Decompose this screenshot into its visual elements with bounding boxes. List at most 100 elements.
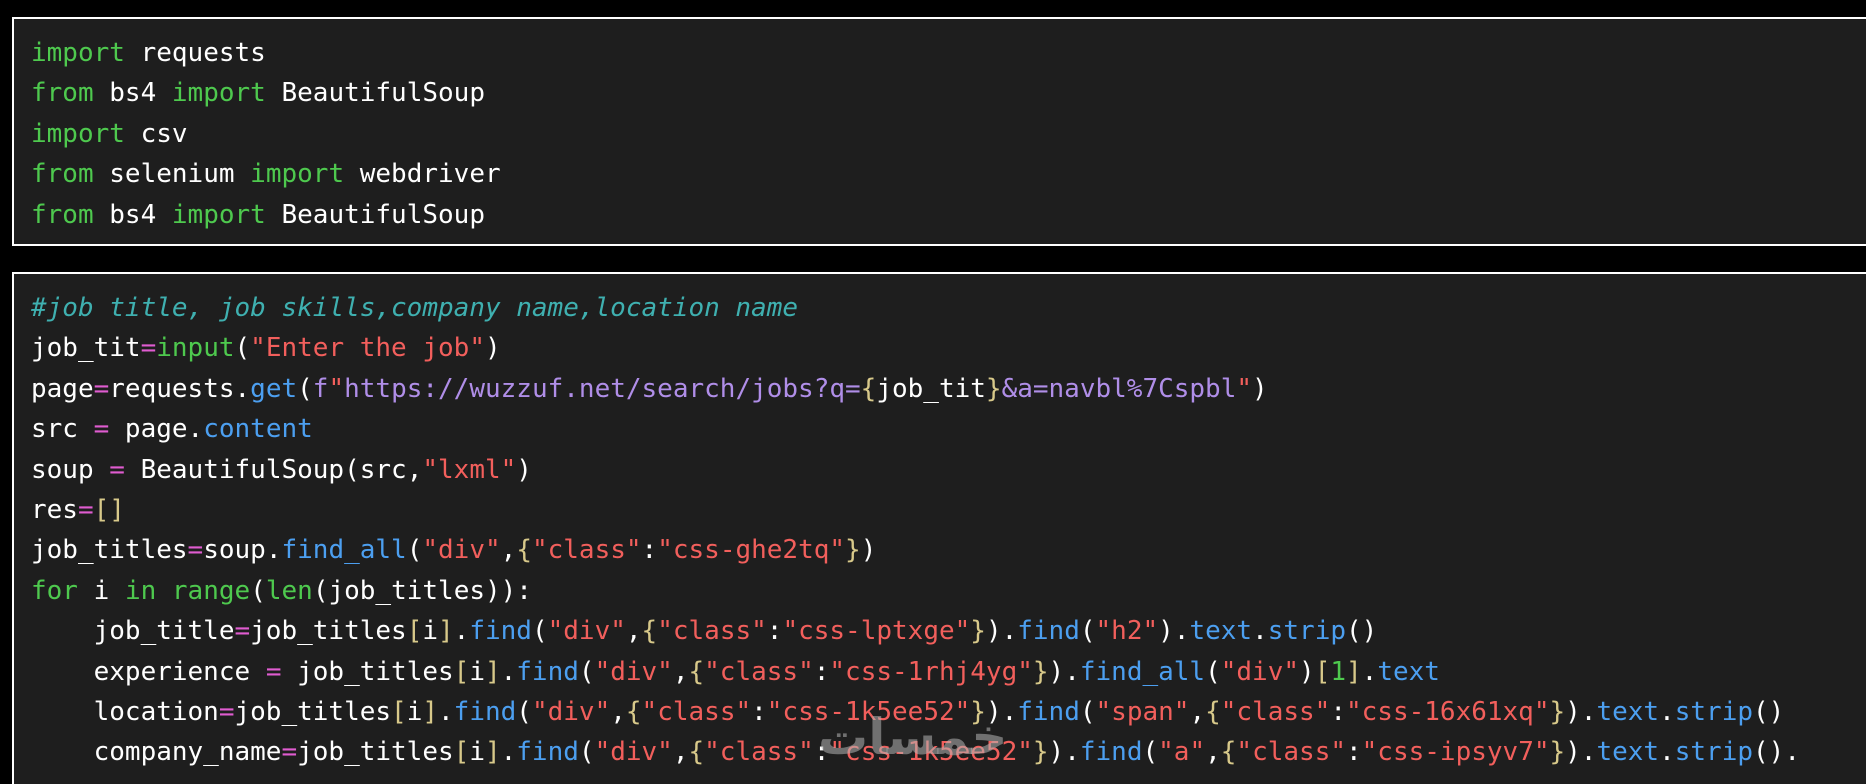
code-token-default: BeautifulSoup (265, 78, 485, 109)
code-token-operator: = (218, 696, 235, 727)
code-token-default: ( (1079, 696, 1096, 727)
code-token-bracket: { (625, 696, 642, 727)
code-line: res=[] (31, 490, 1866, 530)
code-line: page=requests.get(f"https://wuzzuf.net/s… (31, 369, 1866, 409)
code-token-method: find (453, 696, 517, 727)
code-line: src = page.content (31, 409, 1866, 449)
code-line: for i in range(len(job_titles)): (31, 571, 1866, 611)
code-token-default: . (1659, 696, 1675, 727)
code-token-default: ( (1079, 616, 1096, 647)
code-token-operator: = (265, 656, 282, 687)
code-token-fstring_prefix: &a=navbl%7Cspbl (1001, 373, 1237, 404)
code-token-default: (). (1753, 737, 1800, 768)
code-token-method: find (516, 656, 579, 687)
code-token-keyword: import (171, 78, 266, 109)
code-token-string: "lxml" (422, 454, 517, 485)
code-token-default (156, 576, 172, 606)
code-token-keyword: import (171, 199, 266, 230)
code-token-default: webdriver (344, 159, 501, 190)
code-token-default: ) (484, 333, 501, 364)
code-token-default: requests. (109, 373, 251, 404)
code-token-default: ( (1142, 737, 1159, 768)
code-token-default: ( (406, 535, 423, 566)
code-token-default: src (31, 414, 94, 445)
code-token-operator: = (109, 454, 125, 485)
code-token-default: selenium (93, 159, 251, 190)
code-line: experience = job_titles[i].find("div",{"… (31, 652, 1866, 692)
code-token-default: ( (531, 616, 548, 647)
code-token-string: "class" (1236, 737, 1346, 768)
code-token-bracket: { (688, 737, 705, 768)
code-block-imports: import requests from bs4 import Beautiful… (12, 17, 1866, 246)
code-token-default: soup (31, 454, 110, 485)
code-token-string: "css-ghe2tq" (657, 535, 846, 566)
code-token-keyword: in (124, 575, 157, 606)
watermark-logo: خمسات (818, 708, 1008, 766)
code-token-default: : (766, 616, 783, 647)
code-line: soup = BeautifulSoup(src,"lxml") (31, 450, 1866, 490)
code-token-default: ) (516, 454, 532, 485)
code-token-bracket: [ (391, 696, 407, 727)
code-token-method: strip (1267, 616, 1347, 647)
code-token-method: find (1017, 616, 1080, 647)
code-token-operator: = (187, 535, 204, 566)
code-token-default: ) (1252, 373, 1268, 404)
code-token-default: i (422, 616, 439, 647)
code-token-bracket: ] (484, 737, 501, 768)
code-line: from selenium import webdriver (31, 154, 1866, 194)
code-token-string: "div" (422, 535, 501, 566)
code-line: job_titles=soup.find_all("div",{"class":… (31, 530, 1866, 570)
code-token-default: job_title (31, 616, 235, 647)
code-token-operator: = (93, 373, 110, 404)
code-token-bracket: } (1549, 737, 1566, 768)
code-token-default: ). (1158, 616, 1190, 647)
code-token-default: job_titles (31, 535, 188, 566)
code-token-string: "class" (704, 656, 814, 687)
code-token-default: . (1361, 656, 1378, 687)
code-token-string: "div" (594, 737, 673, 768)
code-token-method: get (250, 373, 298, 404)
code-token-default: . (1252, 616, 1268, 647)
code-token-bracket: } (1032, 656, 1049, 687)
code-token-bracket: ] (1346, 656, 1362, 687)
code-token-method: find (516, 737, 579, 768)
code-token-default: (job_titles)): (312, 575, 532, 606)
code-token-default: ). (1048, 737, 1080, 768)
code-token-default: ). (1565, 737, 1597, 768)
code-token-default: csv (124, 118, 188, 149)
code-token-bracket: ] (484, 656, 501, 687)
code-token-method: find (1079, 737, 1143, 768)
code-token-string: "class" (1220, 696, 1331, 727)
code-token-bracket: ] (438, 616, 454, 647)
code-token-default: i (406, 696, 423, 727)
code-token-default: ) (1299, 656, 1315, 687)
code-token-default: : (1330, 696, 1346, 727)
code-token-bracket: } (1549, 696, 1566, 727)
code-token-bracket: { (1205, 696, 1221, 727)
code-token-string: "a" (1158, 737, 1206, 768)
code-line: from bs4 import BeautifulSoup (31, 73, 1866, 113)
code-token-number: 1 (1330, 656, 1346, 687)
code-line: import csv (31, 114, 1866, 154)
code-token-keyword: from (31, 159, 94, 190)
code-line: job_title=job_titles[i].find("div",{"cla… (31, 611, 1866, 651)
code-token-operator: = (140, 333, 157, 364)
code-token-default: , (500, 535, 517, 566)
code-token-default: experience (31, 656, 266, 687)
code-token-keyword: import (250, 159, 345, 190)
code-token-string: "div" (531, 696, 611, 727)
code-token-method: text (1596, 696, 1660, 727)
code-token-default: ( (578, 656, 595, 687)
code-token-bracket: } (845, 535, 861, 566)
code-token-method: find (469, 616, 532, 647)
code-token-method: find (1017, 696, 1080, 727)
code-token-default: company_name (31, 737, 282, 768)
code-token-default: BeautifulSoup(src, (124, 454, 423, 485)
code-token-bracket: { (1220, 737, 1237, 768)
code-token-string: "class" (704, 737, 814, 768)
code-token-bracket: [ (1314, 656, 1331, 687)
code-token-operator: = (93, 414, 110, 445)
code-token-default: page. (109, 414, 204, 445)
code-token-default: ). (1048, 656, 1080, 687)
code-token-bracket: [] (93, 494, 125, 525)
